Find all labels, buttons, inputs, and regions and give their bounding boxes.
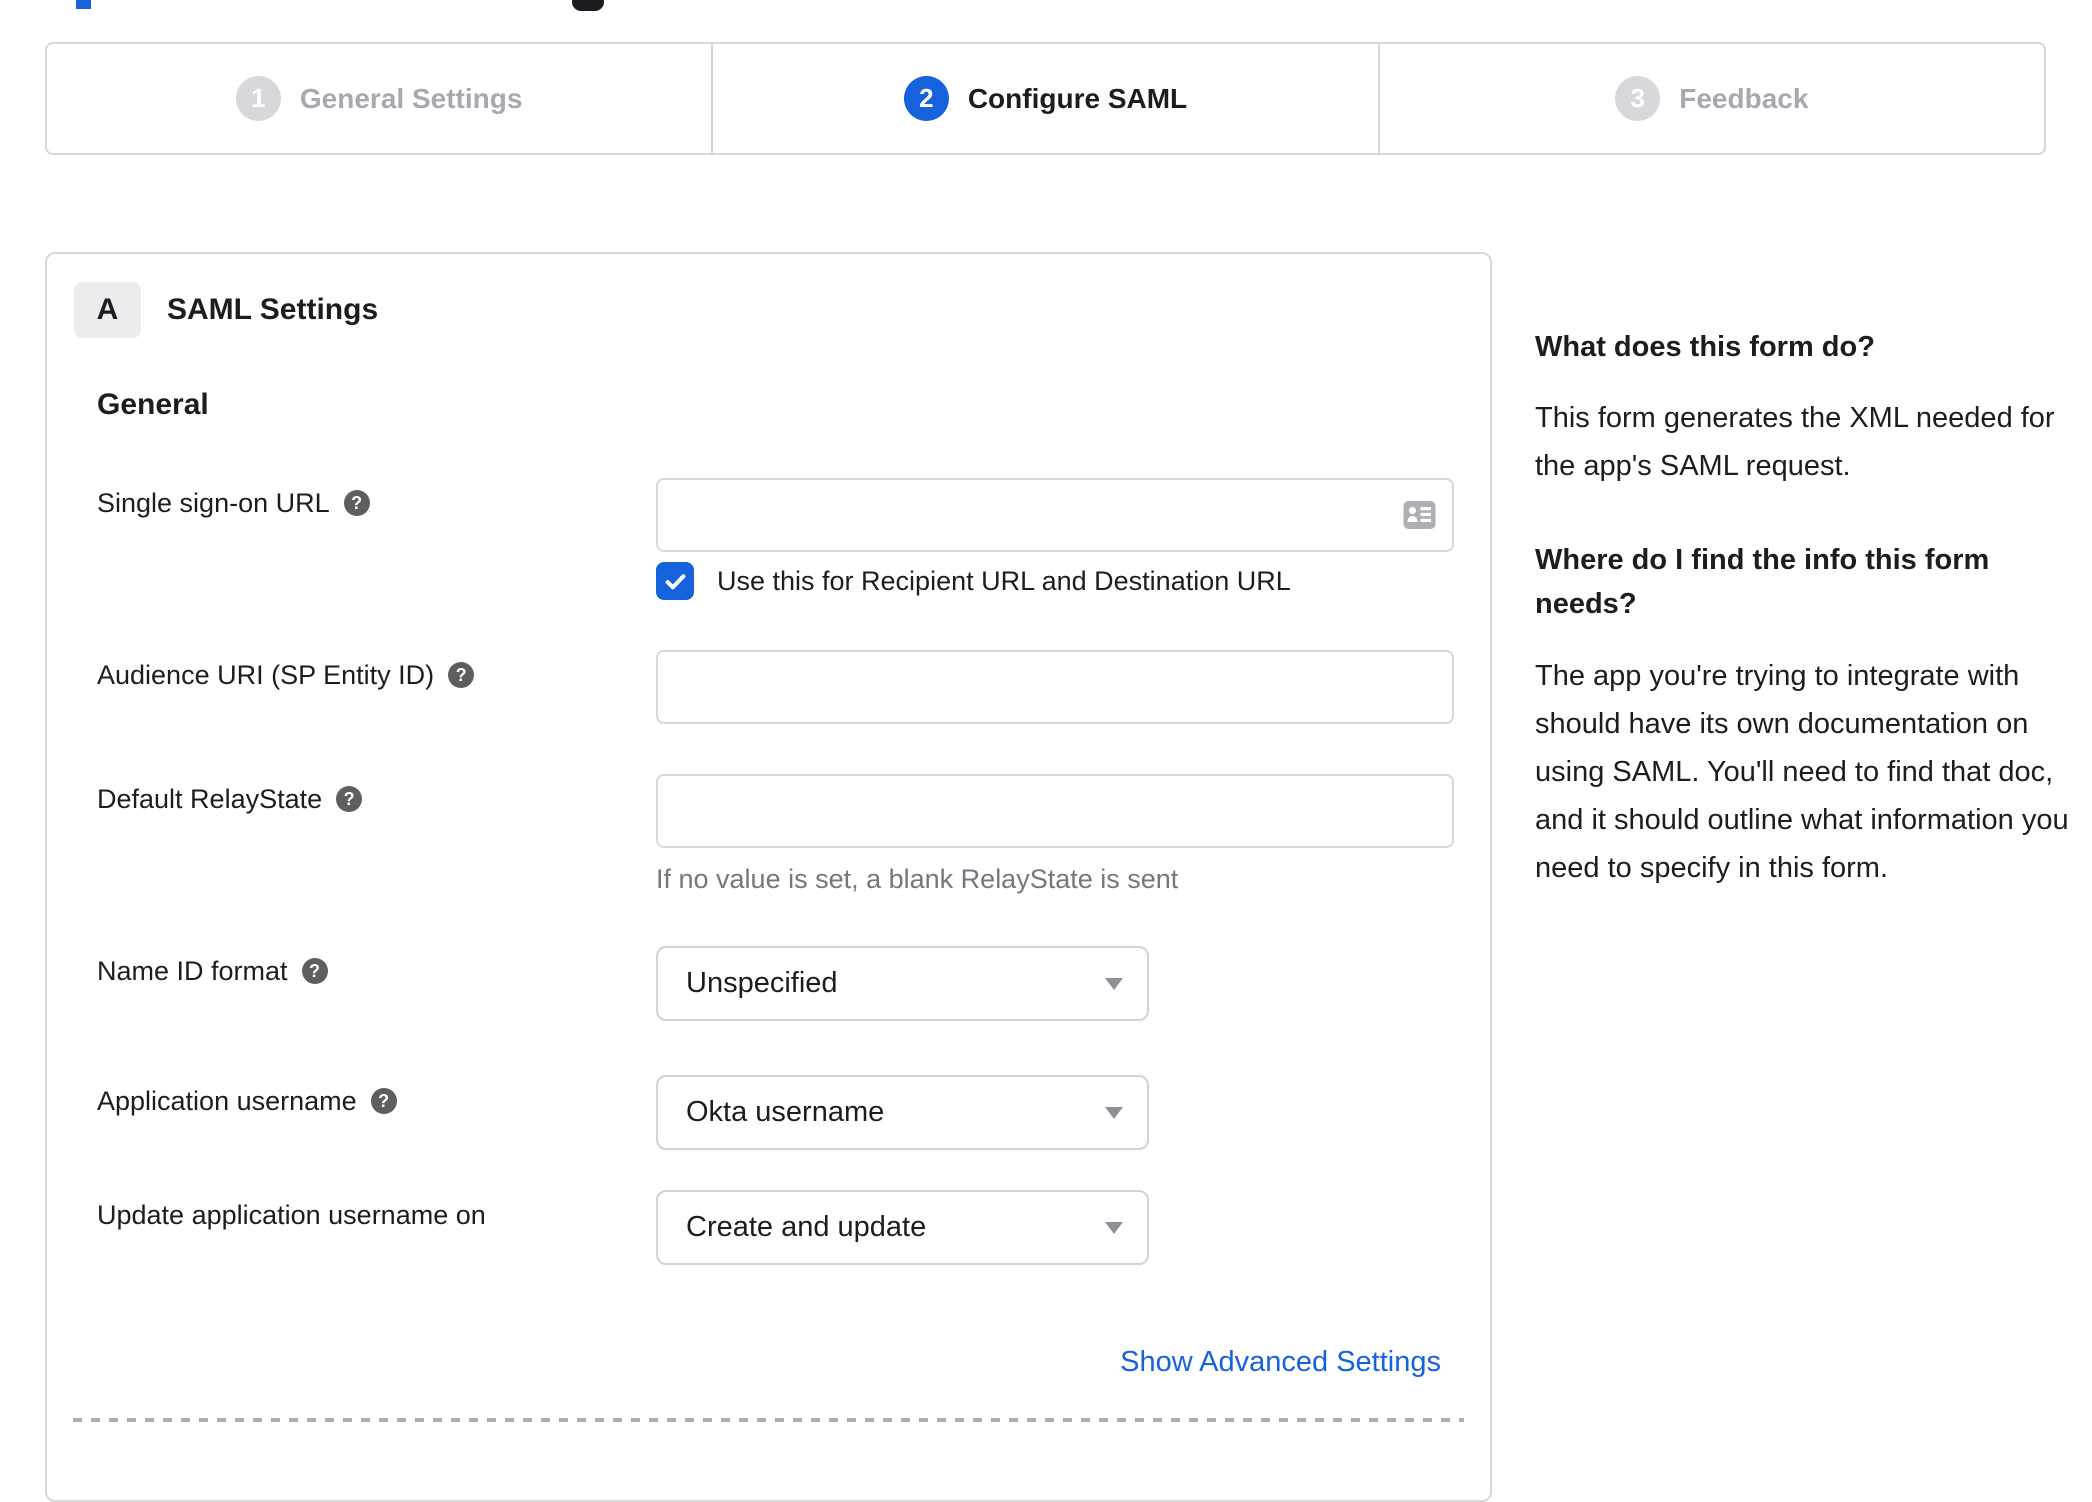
step-2-number-badge: 2	[903, 76, 949, 121]
cutoff-app-logo	[572, 0, 604, 11]
show-advanced-settings-link[interactable]: Show Advanced Settings	[1120, 1346, 1441, 1379]
saml-settings-header: A SAML Settings	[74, 282, 378, 338]
chevron-down-icon	[1105, 1221, 1123, 1234]
name-id-format-value: Unspecified	[686, 967, 838, 999]
help-sidebar: What does this form do? This form genera…	[1535, 330, 2083, 940]
audience-uri-input[interactable]	[656, 650, 1454, 724]
saml-settings-title: SAML Settings	[167, 293, 379, 326]
step-1-label: General Settings	[299, 82, 523, 114]
recipient-url-checkbox-label[interactable]: Use this for Recipient URL and Destinati…	[717, 566, 1291, 597]
application-username-value: Okta username	[686, 1096, 885, 1128]
audience-uri-help-icon[interactable]: ?	[448, 662, 475, 688]
default-relaystate-help-icon[interactable]: ?	[336, 786, 363, 812]
help-answer-1: This form generates the XML needed for t…	[1535, 402, 2055, 482]
application-username-select[interactable]: Okta username	[656, 1075, 1149, 1150]
application-username-label: Application username ?	[97, 1084, 397, 1118]
section-dashed-divider	[73, 1418, 1464, 1422]
chevron-down-icon	[1105, 977, 1123, 990]
relaystate-hint: If no value is set, a blank RelayState i…	[656, 864, 1179, 894]
chevron-down-icon	[1105, 1106, 1123, 1119]
audience-uri-label: Audience URI (SP Entity ID) ?	[97, 658, 475, 692]
configure-saml-page: { "colors": { "accent": "#1662dd", "bord…	[0, 0, 2092, 1502]
sso-url-input[interactable]	[656, 478, 1454, 552]
recipient-url-checkbox[interactable]	[656, 562, 694, 600]
step-1-number-badge: 1	[235, 76, 281, 121]
cutoff-blue-element	[76, 0, 91, 9]
step-general-settings[interactable]: 1 General Settings	[47, 44, 711, 153]
step-3-number-badge: 3	[1615, 76, 1661, 121]
name-id-format-select[interactable]: Unspecified	[656, 946, 1149, 1021]
update-username-value: Create and update	[686, 1211, 927, 1243]
name-id-format-label: Name ID format ?	[97, 954, 328, 988]
default-relaystate-input[interactable]	[656, 774, 1454, 848]
section-a-badge: A	[74, 282, 141, 338]
autofill-contact-card-icon[interactable]	[1403, 501, 1436, 530]
sso-url-input-wrap	[656, 478, 1454, 552]
step-configure-saml[interactable]: 2 Configure SAML	[711, 44, 1377, 153]
checkmark-icon	[665, 573, 685, 589]
application-username-help-icon[interactable]: ?	[370, 1088, 397, 1114]
step-feedback[interactable]: 3 Feedback	[1377, 44, 2044, 153]
name-id-format-help-icon[interactable]: ?	[301, 958, 328, 984]
help-answer-2: The app you're trying to integrate with …	[1535, 660, 2069, 884]
general-section-heading: General	[97, 388, 209, 421]
update-username-select[interactable]: Create and update	[656, 1190, 1149, 1265]
update-username-label: Update application username on	[97, 1199, 486, 1230]
step-3-label: Feedback	[1679, 82, 1809, 114]
sso-url-label: Single sign-on URL ?	[97, 486, 370, 520]
saml-settings-panel: A SAML Settings General Single sign-on U…	[45, 252, 1492, 1502]
default-relaystate-label: Default RelayState ?	[97, 782, 363, 816]
recipient-url-checkbox-row: Use this for Recipient URL and Destinati…	[656, 562, 1291, 600]
step-2-label: Configure SAML	[967, 82, 1188, 114]
help-question-2: Where do I find the info this form needs…	[1535, 544, 1990, 620]
help-question-1: What does this form do?	[1535, 331, 1875, 363]
wizard-stepper: 1 General Settings 2 Configure SAML 3 Fe…	[45, 42, 2046, 155]
sso-url-help-icon[interactable]: ?	[343, 490, 370, 516]
